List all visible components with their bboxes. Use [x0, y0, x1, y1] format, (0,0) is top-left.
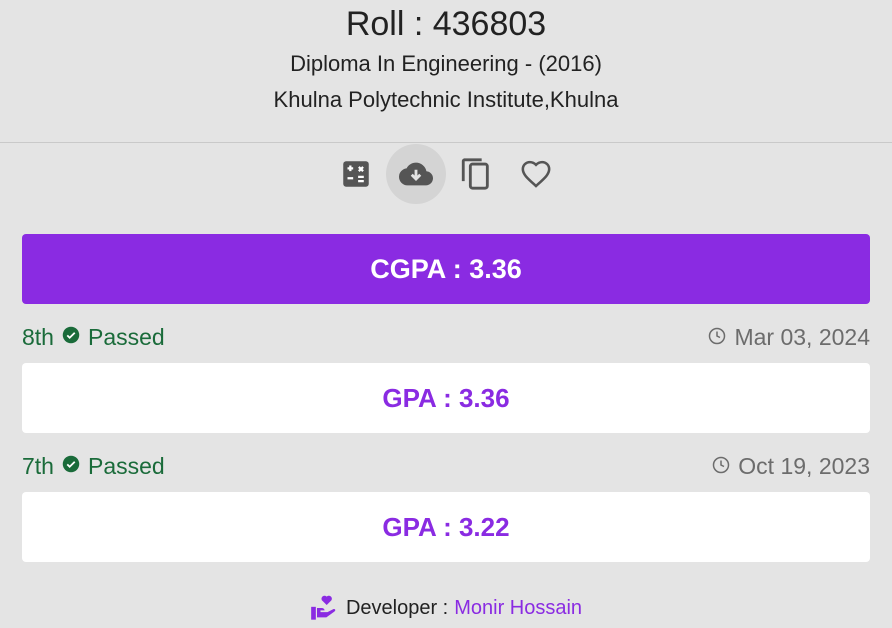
semester-row: 8th Passed Mar 03, 2024 [22, 322, 870, 352]
heart-icon [521, 160, 551, 188]
result-date: Mar 03, 2024 [708, 324, 870, 351]
roll-number: Roll : 436803 [345, 5, 547, 43]
check-circle-icon [62, 326, 80, 344]
copy-button[interactable] [446, 144, 506, 204]
download-button[interactable] [386, 144, 446, 204]
status-label: Passed [87, 452, 165, 479]
hand-heart-icon [311, 595, 336, 620]
semester-label: 8th [22, 323, 54, 350]
copy-icon [461, 158, 489, 190]
gpa-card: GPA : 3.36 [22, 363, 870, 433]
calculator-icon [343, 161, 369, 187]
clock-icon [709, 327, 726, 344]
clock-icon [713, 456, 730, 473]
semester-status: 7th Passed [22, 453, 165, 480]
developer-credit: Developer : Monir Hossain [0, 592, 892, 624]
check-circle-icon [62, 455, 80, 473]
exam-title: Diploma In Engineering - (2016) [290, 51, 602, 76]
semester-status: 8th Passed [22, 324, 165, 351]
developer-label: Developer : [345, 596, 449, 619]
cgpa-banner: CGPA : 3.36 [22, 234, 870, 304]
status-label: Passed [87, 323, 165, 350]
cloud-download-icon [399, 162, 433, 186]
action-toolbar [0, 143, 892, 233]
date-label: Oct 19, 2023 [738, 452, 870, 479]
date-label: Mar 03, 2024 [734, 323, 870, 350]
favorite-button[interactable] [506, 144, 566, 204]
gpa-card: GPA : 3.22 [22, 492, 870, 562]
institute-name: Khulna Polytechnic Institute,Khulna [273, 87, 619, 112]
semester-row: 7th Passed Oct 19, 2023 [22, 451, 870, 481]
semester-label: 7th [22, 452, 54, 479]
result-date: Oct 19, 2023 [712, 453, 870, 480]
calculator-button[interactable] [326, 144, 386, 204]
result-header: Roll : 436803 Diploma In Engineering - (… [0, 0, 892, 143]
developer-link[interactable]: Monir Hossain [454, 597, 582, 620]
